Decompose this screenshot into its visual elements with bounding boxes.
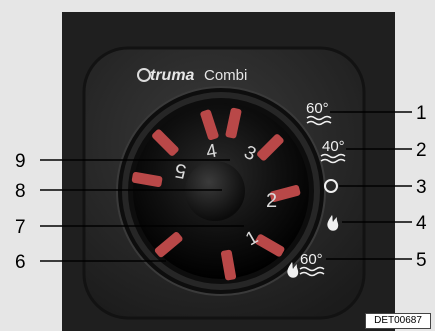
callout-3: 3 — [416, 177, 427, 198]
callout-2: 2 — [416, 140, 427, 161]
callout-6: 6 — [15, 252, 26, 273]
gas-60-label: 60° — [300, 251, 323, 268]
callout-5: 5 — [416, 250, 427, 271]
hot-water-40-label: 40° — [322, 138, 345, 155]
control-panel-figure: truma Combi 4 3 2 1 5 60° 40° 60° 1 2 3 … — [0, 0, 435, 331]
callout-4: 4 — [416, 213, 427, 234]
callout-9: 9 — [15, 151, 26, 172]
figure-drawing: truma Combi 4 3 2 1 5 60° 40° 60° 1 2 3 … — [0, 0, 435, 331]
callout-7: 7 — [15, 217, 26, 238]
truma-logo: truma Combi — [137, 67, 247, 84]
logo-text: truma — [150, 67, 195, 84]
model-name: Combi — [204, 67, 247, 84]
hot-water-60-label: 60° — [306, 100, 329, 117]
knob-digit-2: 2 — [266, 190, 277, 212]
callout-1: 1 — [416, 103, 427, 124]
callout-8: 8 — [15, 181, 26, 202]
document-id-label: DET00687 — [365, 313, 431, 329]
knob-center-cap — [185, 161, 245, 221]
